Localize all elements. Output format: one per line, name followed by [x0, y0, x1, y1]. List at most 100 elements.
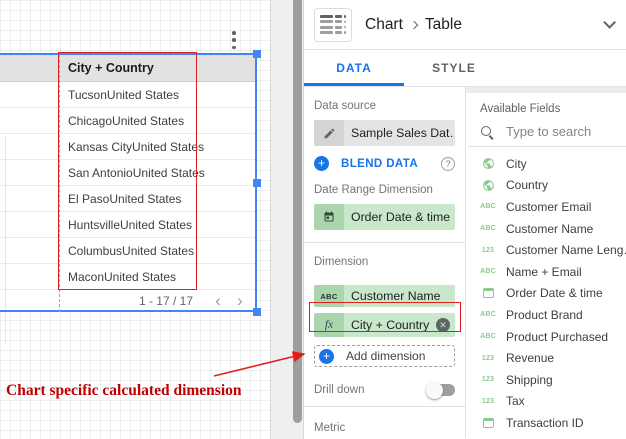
table-header-cell[interactable]: City + Country — [0, 54, 257, 82]
remove-dimension-icon[interactable]: ✕ — [436, 318, 450, 332]
field-item[interactable]: Transaction ID — [466, 412, 626, 434]
field-item[interactable]: ABC Product Brand — [466, 304, 626, 326]
blend-data-row: + BLEND DATA ? — [314, 156, 455, 171]
breadcrumb-chart[interactable]: Chart — [365, 16, 403, 34]
data-source-chip[interactable]: Sample Sales Dat… — [314, 120, 455, 146]
field-item[interactable]: 123 Shipping — [466, 369, 626, 391]
field-label: Country — [506, 178, 549, 193]
field-type-icon — [478, 157, 498, 170]
search-icon — [480, 125, 494, 139]
tab-style[interactable]: STYLE — [404, 50, 504, 86]
field-type-icon: ABC — [480, 225, 496, 233]
field-type-icon: 123 — [481, 397, 495, 405]
breadcrumb: Chart Table — [365, 16, 462, 34]
field-item[interactable]: ABC Product Purchased — [466, 326, 626, 348]
field-type-icon — [478, 288, 498, 299]
panel-scrollbar[interactable] — [293, 0, 302, 423]
drill-down-label: Drill down — [314, 384, 365, 396]
field-label: City — [506, 156, 527, 171]
table-cell-value: El PasoUnited States — [68, 191, 182, 206]
table-rows: TucsonUnited States ChicagoUnited States… — [0, 82, 257, 290]
field-type-icon: ABC — [480, 268, 496, 276]
field-item[interactable]: 123 Revenue — [466, 347, 626, 369]
add-dimension-button[interactable]: + Add dimension — [314, 345, 455, 367]
field-type-icon: 123 — [481, 376, 495, 384]
field-type-icon: ABC — [480, 203, 496, 211]
date-range-value: Order Date & time — [344, 204, 455, 230]
drill-down-toggle[interactable] — [426, 381, 455, 399]
table-row[interactable]: El PasoUnited States — [0, 186, 257, 212]
data-source-label: Data source — [314, 100, 377, 112]
field-item[interactable]: 123 Customer Name Leng… — [466, 239, 626, 261]
field-item[interactable]: City — [466, 153, 626, 175]
section-divider — [304, 406, 465, 407]
help-icon[interactable]: ? — [441, 156, 455, 171]
date-range-chip[interactable]: Order Date & time — [314, 204, 455, 230]
table-row[interactable]: TucsonUnited States — [0, 82, 257, 108]
field-label: Shipping — [506, 372, 553, 387]
table-header-label: City + Country — [68, 60, 154, 75]
table-chart-type-icon — [314, 7, 352, 42]
table-row[interactable]: ColumbusUnited States — [0, 238, 257, 264]
field-item[interactable]: Order Date & time — [466, 283, 626, 305]
panel-tabs: DATA STYLE — [304, 50, 626, 87]
report-canvas[interactable]: City + Country TucsonUnited States Chica… — [0, 0, 270, 439]
table-chart[interactable]: City + Country TucsonUnited States Chica… — [0, 54, 257, 344]
field-item[interactable]: ABC Customer Email — [466, 196, 626, 218]
table-row[interactable]: San AntonioUnited States — [0, 160, 257, 186]
field-item[interactable]: 123 Tax — [466, 391, 626, 413]
drill-down-row: Drill down — [314, 381, 455, 399]
dimension-chip-label: City + Country — [344, 313, 436, 337]
field-label: Revenue — [506, 351, 555, 366]
blend-data-button[interactable]: BLEND DATA — [341, 158, 418, 170]
selection-handle-bottom-right[interactable] — [253, 308, 261, 316]
chevron-down-icon[interactable] — [603, 16, 616, 29]
panel-header: Chart Table — [304, 0, 626, 50]
table-row[interactable]: ChicagoUnited States — [0, 108, 257, 134]
field-item[interactable]: ABC Name + Email — [466, 261, 626, 283]
table-cell-value: San AntonioUnited States — [68, 165, 205, 180]
selection-handle-mid-right[interactable] — [253, 179, 261, 187]
plus-icon[interactable]: + — [314, 156, 329, 171]
breadcrumb-table[interactable]: Table — [425, 16, 462, 34]
dimension-label: Dimension — [314, 256, 369, 268]
dimension-chip-customer-name[interactable]: ABC Customer Name — [314, 285, 455, 307]
table-row[interactable]: HuntsvilleUnited States — [0, 212, 257, 238]
field-type-icon — [478, 179, 498, 192]
edit-pencil-icon[interactable] — [314, 120, 344, 146]
field-search-row — [468, 124, 626, 147]
table-row[interactable]: Kansas CityUnited States — [0, 134, 257, 160]
selection-handle-top-right[interactable] — [253, 50, 261, 58]
field-search-input[interactable] — [506, 124, 616, 139]
date-range-dimension-label: Date Range Dimension — [314, 184, 433, 196]
available-fields-title: Available Fields — [480, 103, 561, 115]
tab-data[interactable]: DATA — [304, 50, 404, 86]
pagination-range-label: 1 - 17 / 17 — [138, 294, 193, 308]
dimension-chip-label: Customer Name — [344, 285, 455, 307]
field-label: Customer Email — [506, 199, 592, 214]
pagination-next-icon[interactable]: › — [229, 292, 251, 310]
add-dimension-label: Add dimension — [346, 349, 426, 363]
field-type-icon: 123 — [481, 246, 495, 254]
properties-panel: Chart Table DATA STYLE Data source Sampl… — [303, 0, 626, 439]
table-cell-value: HuntsvilleUnited States — [68, 217, 193, 232]
table-row[interactable]: MaconUnited States — [0, 264, 257, 290]
field-item[interactable]: ABC Customer Name — [466, 218, 626, 240]
table-pagination: 1 - 17 / 17 ‹ › — [0, 290, 257, 312]
table-cell-value: ChicagoUnited States — [68, 113, 185, 128]
pagination-prev-icon[interactable]: ‹ — [207, 292, 229, 310]
field-label: Name + Email — [506, 264, 582, 279]
field-label: Product Brand — [506, 307, 583, 322]
field-type-icon — [478, 417, 498, 428]
field-type-icon: 123 — [481, 354, 495, 362]
plus-icon: + — [319, 348, 334, 364]
dimension-chip-city-country[interactable]: fx City + Country ✕ — [314, 313, 455, 337]
field-label: Customer Name — [506, 221, 594, 236]
table-cell-value: Kansas CityUnited States — [68, 139, 205, 154]
field-label: Order Date & time — [506, 286, 603, 301]
field-item[interactable]: Country — [466, 175, 626, 197]
metric-label: Metric — [314, 422, 346, 434]
chart-options-kebab-icon[interactable] — [231, 31, 237, 49]
breadcrumb-separator-icon — [409, 20, 419, 29]
fields-panel-top-band — [466, 87, 626, 93]
